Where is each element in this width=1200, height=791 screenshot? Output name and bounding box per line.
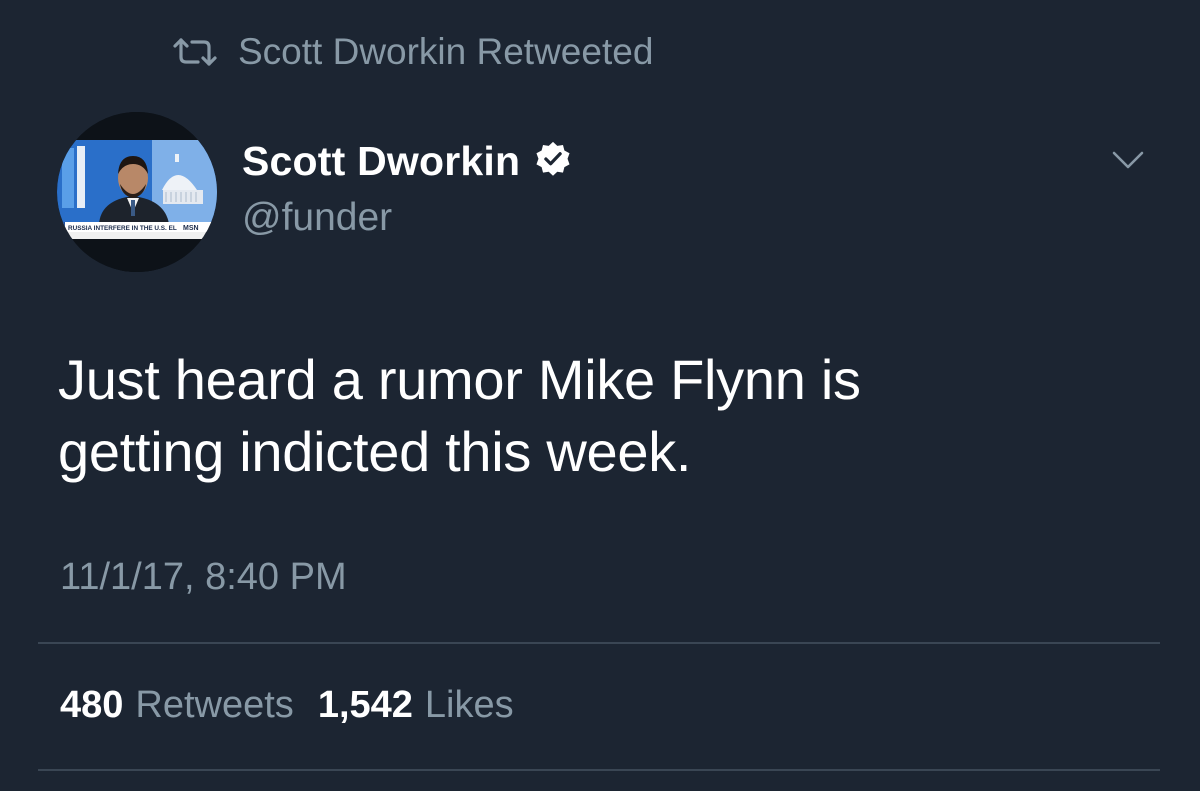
- tweet-text-line-2: getting indicted this week.: [58, 420, 692, 483]
- author-name-row: Scott Dworkin: [242, 136, 572, 186]
- author-handle[interactable]: @funder: [242, 196, 572, 240]
- retweets-label[interactable]: Retweets: [135, 684, 293, 727]
- likes-count[interactable]: 1,542: [318, 684, 413, 727]
- tweet-timestamp[interactable]: 11/1/17, 8:40 PM: [60, 556, 347, 599]
- tweet-detail-view: Scott Dworkin Retweeted RUSSIA INTERFERE…: [0, 0, 1200, 791]
- divider-top: [38, 642, 1160, 644]
- divider-bottom: [38, 769, 1160, 771]
- retweets-count[interactable]: 480: [60, 684, 123, 727]
- tweet-text: Just heard a rumor Mike Flynn is getting…: [58, 344, 1158, 488]
- retweet-context-text: Scott Dworkin Retweeted: [238, 31, 654, 72]
- tweet-text-line-1: Just heard a rumor Mike Flynn is: [58, 348, 861, 411]
- likes-label[interactable]: Likes: [425, 684, 514, 727]
- author-block[interactable]: Scott Dworkin @funder: [242, 136, 572, 240]
- retweet-context: Scott Dworkin Retweeted: [172, 30, 653, 74]
- tweet-stats: 480 Retweets 1,542 Likes: [60, 684, 538, 727]
- avatar-network-text: MSN: [183, 225, 199, 232]
- author-display-name[interactable]: Scott Dworkin: [242, 138, 520, 185]
- verified-badge-icon: [534, 140, 572, 183]
- chevron-down-icon[interactable]: [1112, 150, 1144, 175]
- retweet-icon: [172, 37, 218, 67]
- avatar[interactable]: RUSSIA INTERFERE IN THE U.S. ELECTION? M…: [57, 112, 217, 272]
